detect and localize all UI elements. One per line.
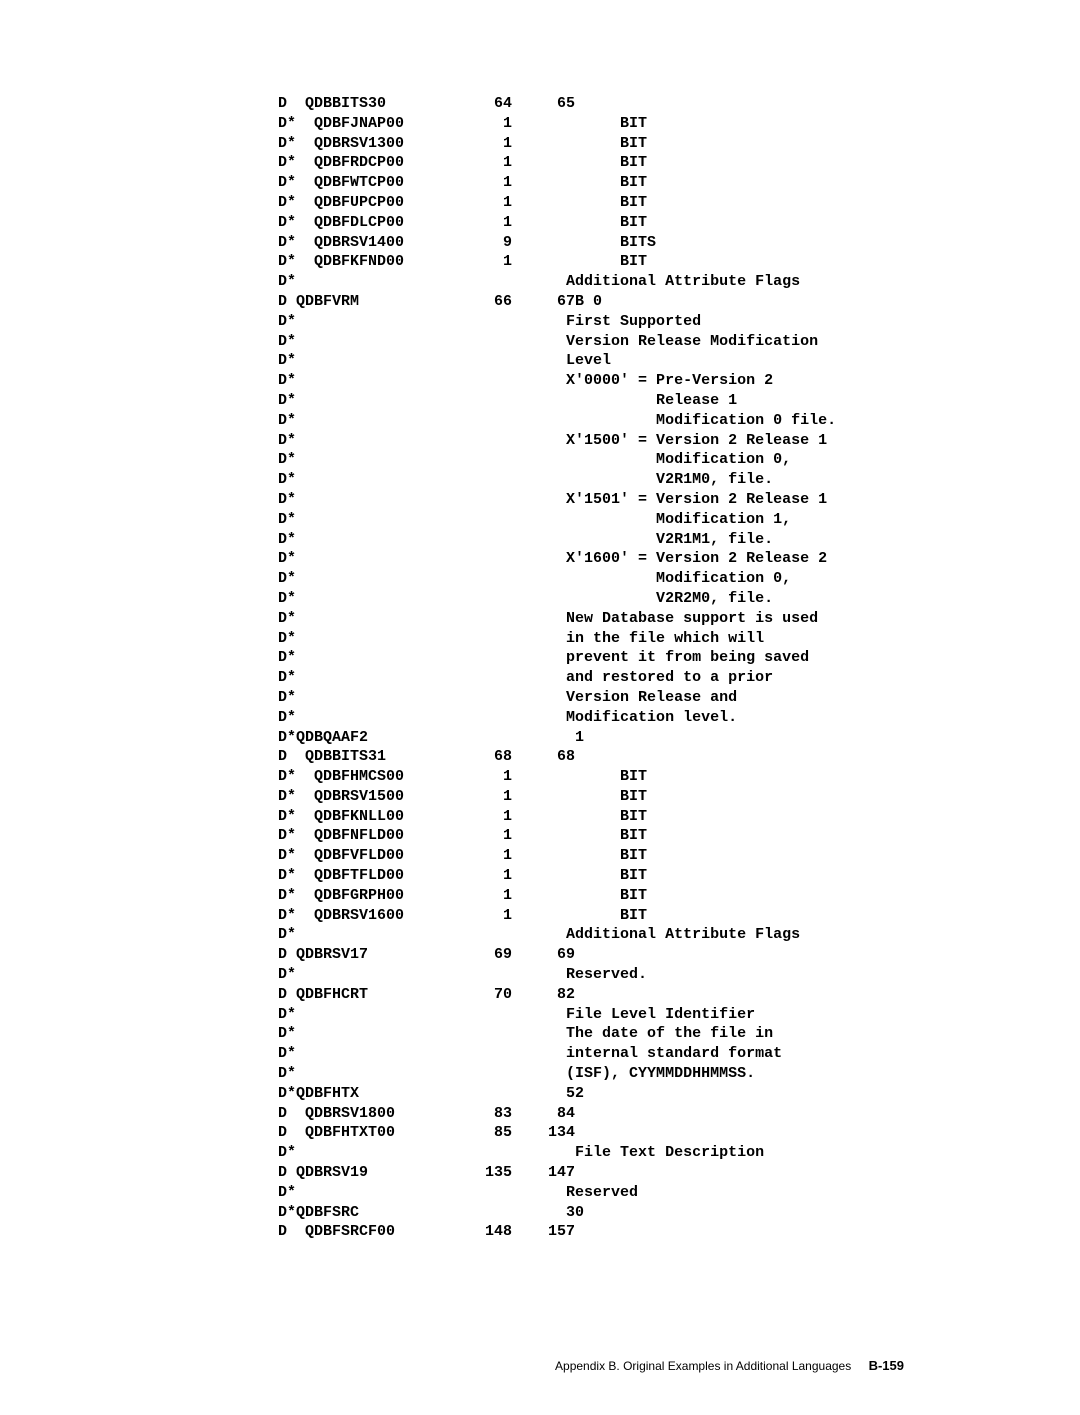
page-footer: Appendix B. Original Examples in Additio… (0, 1357, 1080, 1375)
page-number: B-159 (869, 1358, 904, 1373)
footer-text: Appendix B. Original Examples in Additio… (555, 1359, 851, 1373)
code-block: D QDBBITS30 64 65 D* QDBFJNAP00 1 BIT D*… (278, 94, 1080, 1242)
